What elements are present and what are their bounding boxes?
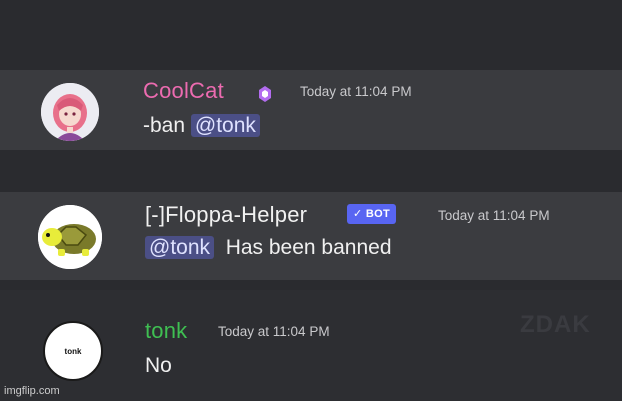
tonk-avatar[interactable]: tonk — [43, 321, 103, 381]
message-timestamp: Today at 11:04 PM — [438, 208, 550, 223]
nitro-badge-icon[interactable] — [255, 84, 275, 104]
user-mention[interactable]: @tonk — [190, 114, 260, 137]
message-content: @tonk Has been banned — [145, 236, 392, 260]
username-tonk[interactable]: tonk — [145, 318, 187, 344]
message-text: -ban — [143, 114, 191, 137]
bot-verified-badge: ✓ BOT — [347, 204, 396, 224]
floppa-helper-avatar[interactable] — [38, 205, 102, 269]
user-mention[interactable]: @tonk — [145, 236, 215, 259]
username-floppa-helper[interactable]: [-]Floppa-Helper — [145, 202, 307, 228]
avatar-label: tonk — [64, 346, 82, 356]
anime-girl-avatar-icon — [41, 83, 99, 141]
message-timestamp: Today at 11:04 PM — [300, 84, 412, 99]
ghost-watermark-text: ZDAK — [520, 311, 591, 338]
turtle-avatar-icon — [38, 205, 102, 269]
divider-band — [0, 280, 622, 290]
message-text: Has been banned — [225, 236, 392, 259]
username-coolcat[interactable]: CoolCat — [143, 78, 224, 104]
message-timestamp: Today at 11:04 PM — [218, 324, 330, 339]
background-top — [0, 0, 622, 70]
coolcat-avatar[interactable] — [41, 83, 99, 141]
divider-band — [0, 150, 622, 192]
imgflip-watermark: imgflip.com — [4, 385, 60, 397]
message-content: -ban @tonk — [143, 114, 260, 138]
message-content: No — [145, 354, 172, 377]
